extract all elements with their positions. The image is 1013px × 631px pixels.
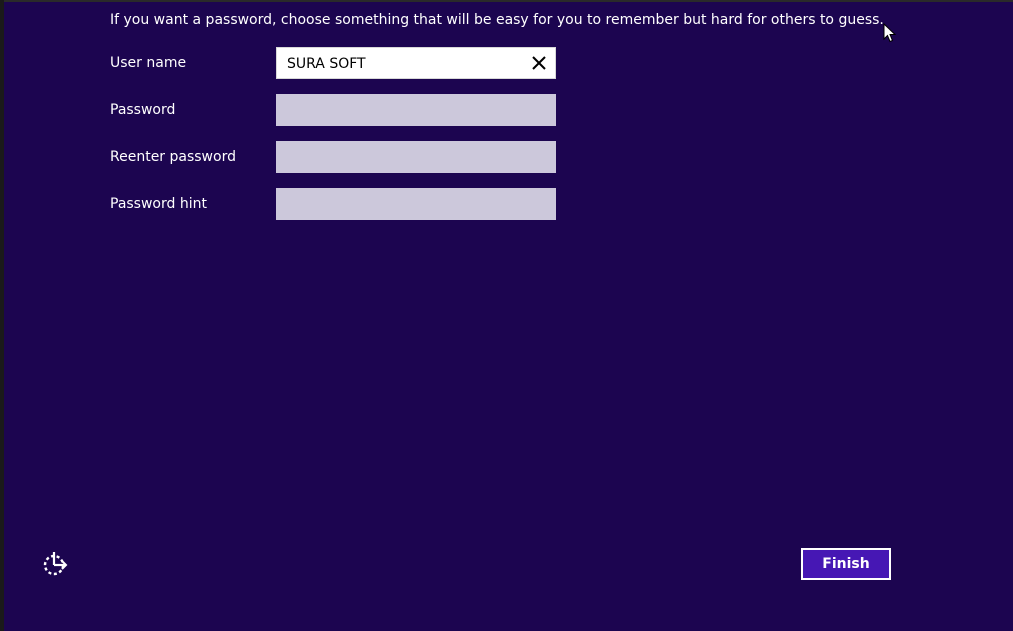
user-name-input[interactable]: SURA SOFT xyxy=(276,47,556,79)
top-edge xyxy=(0,0,1013,2)
ease-of-access-icon[interactable] xyxy=(41,550,69,578)
password-hint-input[interactable] xyxy=(276,188,556,220)
instruction-text: If you want a password, choose something… xyxy=(110,12,884,28)
close-icon[interactable] xyxy=(529,53,549,73)
mouse-cursor-icon xyxy=(883,22,897,43)
reenter-password-input[interactable] xyxy=(276,141,556,173)
account-setup-screen: If you want a password, choose something… xyxy=(0,0,1013,631)
reenter-password-label: Reenter password xyxy=(110,149,236,165)
password-label: Password xyxy=(110,102,176,118)
user-name-label: User name xyxy=(110,55,187,71)
user-name-value: SURA SOFT xyxy=(287,56,366,72)
password-input[interactable] xyxy=(276,94,556,126)
password-hint-label: Password hint xyxy=(110,196,207,212)
finish-button[interactable]: Finish xyxy=(801,548,891,580)
left-edge xyxy=(0,0,4,631)
